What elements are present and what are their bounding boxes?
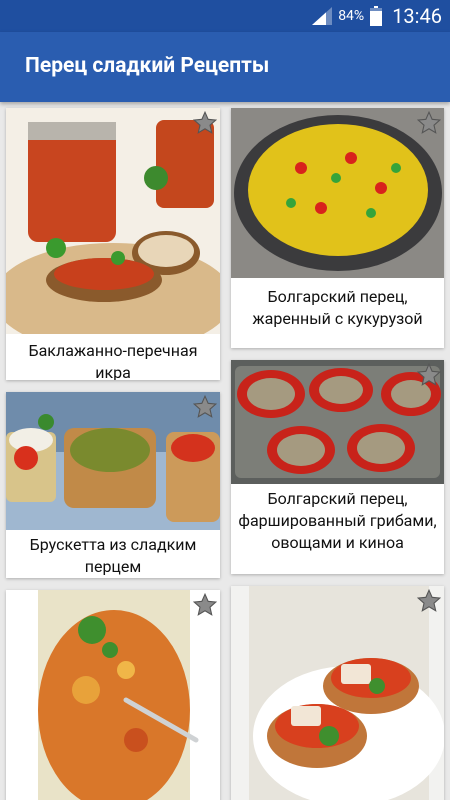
- recipe-title: Болгарский перец, жаренный с кукурузой: [252, 287, 423, 328]
- recipe-card[interactable]: [231, 586, 444, 800]
- recipe-title: Брускетта из сладким перцем: [29, 535, 197, 576]
- recipe-title: Болгарский перец, фаршированный грибами,…: [238, 489, 437, 552]
- app-bar: Перец сладкий Рецепты: [0, 32, 450, 102]
- status-indicators: 84% 13:46: [312, 0, 442, 32]
- recipe-card[interactable]: Брускетта из сладким перцем: [6, 392, 220, 578]
- battery-icon: [370, 6, 383, 26]
- page-title: Перец сладкий Рецепты: [25, 54, 270, 78]
- star-icon[interactable]: [416, 588, 442, 614]
- battery-percent: 84%: [338, 8, 365, 24]
- recipe-card[interactable]: Болгарский перец, жаренный с кукурузой: [231, 108, 444, 348]
- star-icon[interactable]: [192, 592, 218, 618]
- status-bar: 84% 13:46: [0, 0, 450, 32]
- recipe-photo: [6, 392, 220, 530]
- recipe-card[interactable]: Баклажанно-перечная икра: [6, 108, 220, 380]
- recipe-photo: [6, 590, 220, 800]
- recipe-grid: Баклажанно-перечная икра Болгарский пере…: [0, 102, 450, 800]
- star-icon[interactable]: [416, 362, 442, 388]
- recipe-photo: [231, 360, 444, 484]
- recipe-photo: [6, 108, 220, 334]
- cell-signal-icon: [312, 7, 333, 25]
- recipe-photo: [231, 108, 444, 278]
- recipe-card[interactable]: [6, 590, 220, 800]
- recipe-title: Баклажанно-перечная икра: [28, 341, 198, 380]
- star-icon[interactable]: [416, 110, 442, 136]
- clock: 13:46: [392, 4, 442, 28]
- recipe-card[interactable]: Болгарский перец, фаршированный грибами,…: [231, 360, 444, 574]
- recipe-photo: [231, 586, 444, 800]
- star-icon[interactable]: [192, 110, 218, 136]
- star-icon[interactable]: [192, 394, 218, 420]
